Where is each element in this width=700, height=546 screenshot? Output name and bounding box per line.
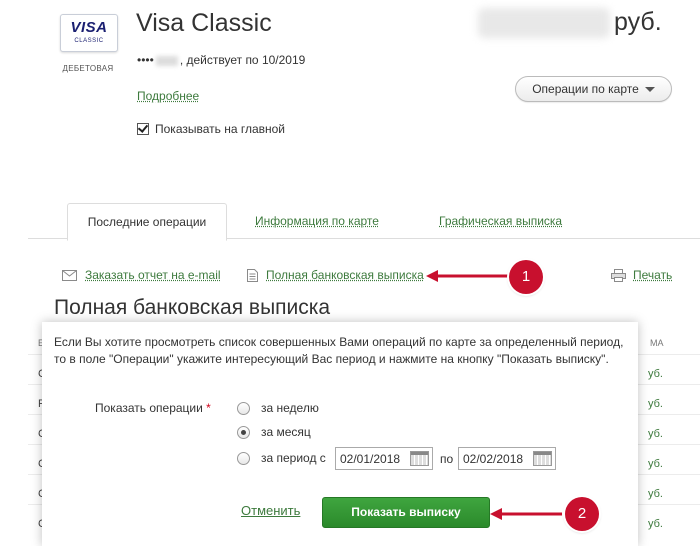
- show-on-main-label: Показывать на главной: [155, 122, 286, 136]
- table-row-right: уб.: [648, 398, 663, 410]
- card-operations-button[interactable]: Операции по карте: [515, 76, 672, 102]
- radio-week[interactable]: за неделю: [237, 401, 319, 415]
- envelope-icon: [62, 269, 77, 281]
- date-to-value: 02/02/2018: [463, 451, 524, 466]
- card-currency: руб.: [614, 8, 662, 36]
- card-operations-label: Операции по карте: [532, 82, 639, 96]
- callout-badge-2: 2: [565, 497, 599, 531]
- card-number-prefix: ••••: [137, 53, 154, 67]
- calendar-icon[interactable]: [410, 451, 429, 466]
- email-report-label: Заказать отчет на e-mail: [85, 268, 221, 282]
- card-type: ДЕБЕТОВАЯ: [62, 64, 114, 73]
- show-operations-label: Показать операции *: [95, 401, 211, 415]
- radio-icon[interactable]: [237, 401, 250, 415]
- show-on-main-checkbox[interactable]: Показывать на главной: [137, 122, 285, 136]
- table-row-right: уб.: [648, 368, 663, 380]
- card-number: •••• , действует по 10/2019: [137, 53, 305, 67]
- radio-icon[interactable]: [237, 451, 250, 465]
- callout-arrow-1: [426, 270, 508, 282]
- full-statement-link[interactable]: Полная банковская выписка: [247, 268, 424, 282]
- card-brand: VISA: [70, 19, 108, 36]
- table-row-right: уб.: [648, 458, 663, 470]
- date-from-field[interactable]: 02/01/2018: [335, 447, 433, 470]
- hidden-balance: [478, 8, 610, 38]
- tab-recent-operations[interactable]: Последние операции: [67, 203, 227, 241]
- checkbox-checked-icon[interactable]: [137, 123, 149, 135]
- date-to-field[interactable]: 02/02/2018: [458, 447, 556, 470]
- radio-month[interactable]: за месяц: [237, 425, 311, 439]
- printer-icon: [611, 268, 626, 282]
- table-header-right: МА: [650, 338, 664, 348]
- radio-week-label: за неделю: [261, 401, 319, 415]
- cancel-link[interactable]: Отменить: [241, 503, 300, 518]
- callout-badge-1: 1: [509, 260, 543, 294]
- card-title: Visa Classic: [136, 9, 272, 37]
- date-from-value: 02/01/2018: [340, 451, 401, 466]
- print-link[interactable]: Печать: [611, 268, 672, 282]
- modal-description: Если Вы хотите просмотреть список соверш…: [54, 335, 624, 366]
- radio-period-label: за период с: [261, 451, 326, 465]
- print-label: Печать: [633, 268, 673, 282]
- card-brand-sub: CLASSIC: [74, 38, 104, 44]
- date-to-label: по: [440, 452, 454, 466]
- full-statement-label: Полная банковская выписка: [266, 268, 424, 282]
- details-link[interactable]: Подробнее: [137, 89, 199, 103]
- email-report-link[interactable]: Заказать отчет на e-mail: [62, 268, 221, 282]
- callout-arrow-2: [490, 508, 562, 520]
- modal-title: Полная банковская выписка: [54, 296, 331, 319]
- card-number-mask: [155, 55, 178, 66]
- document-icon: [247, 268, 258, 282]
- show-operations-text: Показать операции: [95, 401, 203, 415]
- card-validity: , действует по 10/2019: [179, 53, 306, 67]
- radio-selected-icon[interactable]: [237, 425, 250, 439]
- table-row-right: уб.: [648, 428, 663, 440]
- tab-graphic-statement[interactable]: Графическая выписка: [439, 214, 562, 228]
- table-row-right: уб.: [648, 518, 663, 530]
- radio-month-label: за месяц: [261, 425, 311, 439]
- table-row-right: уб.: [648, 488, 663, 500]
- show-statement-button[interactable]: Показать выписку: [322, 497, 490, 528]
- radio-period[interactable]: за период с: [237, 451, 326, 465]
- chevron-down-icon: [644, 87, 655, 93]
- visa-card-logo: VISA CLASSIC: [60, 14, 118, 52]
- required-mark: *: [206, 401, 211, 415]
- tab-card-info[interactable]: Информация по карте: [255, 214, 379, 228]
- calendar-icon[interactable]: [533, 451, 552, 466]
